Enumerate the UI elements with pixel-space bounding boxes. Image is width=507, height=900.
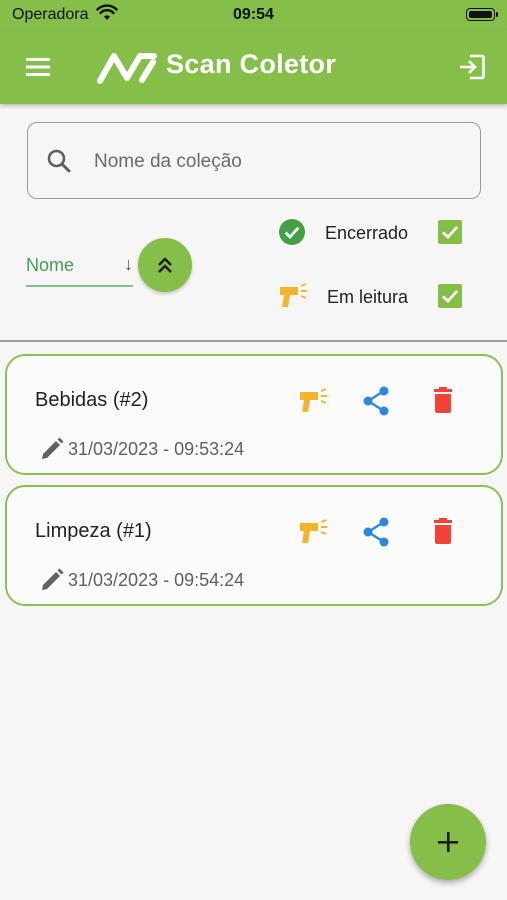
- barcode-scanner-icon: [280, 283, 307, 307]
- share-icon[interactable]: [360, 515, 394, 549]
- encerrado-checkbox[interactable]: [438, 220, 462, 244]
- menu-icon[interactable]: [22, 52, 56, 82]
- collection-date: 31/03/2023 - 09:54:24: [68, 570, 245, 590]
- search-field[interactable]: [27, 122, 481, 199]
- double-chevron-up-icon: [158, 257, 172, 273]
- barcode-scanner-icon[interactable]: [297, 384, 331, 418]
- sort-direction-icon[interactable]: ↓: [124, 254, 133, 275]
- collection-card[interactable]: Limpeza (#1) 31/03/2023 - 09:54:24: [5, 485, 503, 606]
- delete-icon[interactable]: [426, 515, 460, 549]
- pencil-icon: [42, 437, 64, 459]
- app-title: Scan Coletor: [166, 49, 337, 79]
- status-bar: Operadora 09:54: [0, 0, 507, 30]
- plus-icon: [438, 832, 458, 852]
- check-circle-icon: [279, 219, 305, 245]
- checkmark-icon: [442, 226, 458, 239]
- sort-field-select[interactable]: Nome ↓: [26, 245, 133, 287]
- search-input[interactable]: [92, 143, 466, 181]
- app-bar: Scan Coletor: [0, 30, 507, 104]
- collection-date: 31/03/2023 - 09:53:24: [68, 439, 245, 459]
- sort-field-label: Nome: [26, 255, 75, 275]
- em-leitura-checkbox[interactable]: [438, 284, 462, 308]
- collection-title: Limpeza (#1): [35, 520, 152, 542]
- collapse-all-button[interactable]: [138, 238, 192, 292]
- app-logo-icon: [97, 53, 157, 84]
- search-icon: [47, 149, 71, 173]
- add-collection-button[interactable]: [410, 804, 486, 880]
- filter-label: Em leitura: [327, 287, 409, 307]
- battery-icon: [466, 8, 498, 21]
- collection-title: Bebidas (#2): [35, 389, 149, 411]
- filter-em-leitura: Em leitura: [278, 282, 468, 312]
- logout-icon[interactable]: [457, 52, 487, 82]
- clock: 09:54: [233, 6, 274, 23]
- collection-card[interactable]: Bebidas (#2) 31/03/2023 - 09:53:24: [5, 354, 503, 475]
- pencil-icon: [42, 568, 64, 590]
- barcode-scanner-icon[interactable]: [297, 515, 331, 549]
- delete-icon[interactable]: [426, 384, 460, 418]
- filter-label: Encerrado: [325, 223, 409, 243]
- share-icon[interactable]: [360, 384, 394, 418]
- checkmark-icon: [442, 290, 458, 303]
- divider: [0, 340, 507, 342]
- filter-encerrado: Encerrado: [278, 218, 468, 248]
